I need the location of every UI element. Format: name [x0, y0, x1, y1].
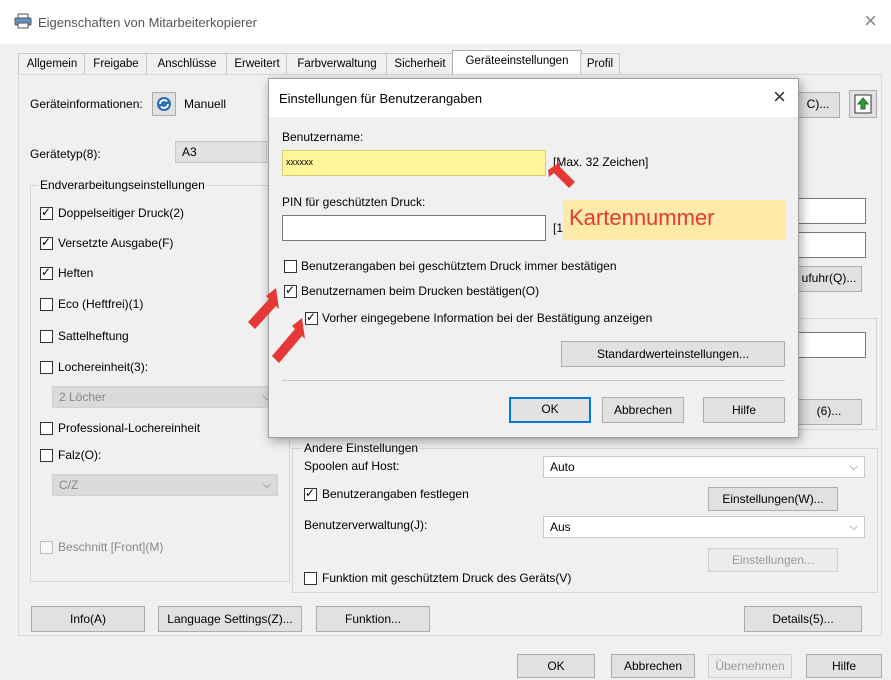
arrow-icon	[272, 318, 305, 363]
annotation-arrows	[248, 162, 575, 363]
arrow-icon	[248, 288, 279, 329]
arrow-icon	[548, 162, 575, 188]
